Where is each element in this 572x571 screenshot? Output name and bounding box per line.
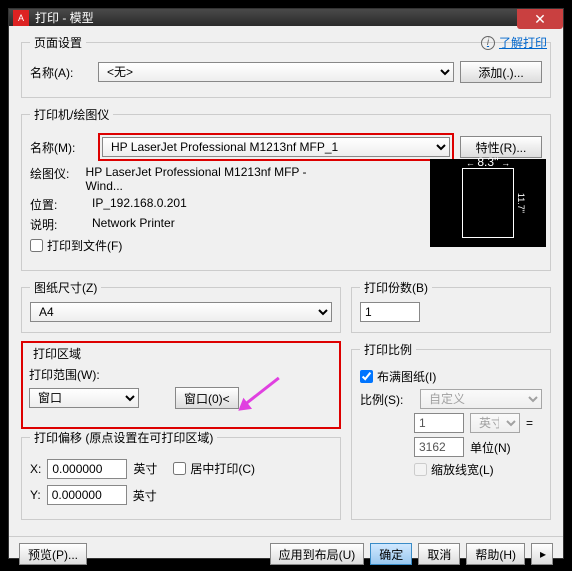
printer-legend: 打印机/绘图仪 bbox=[30, 106, 113, 123]
page-setup-group: 页面设置 名称(A): <无> 添加(.)... bbox=[21, 34, 551, 98]
paper-size-legend: 图纸尺寸(Z) bbox=[30, 279, 101, 296]
scale-legend: 打印比例 bbox=[360, 341, 416, 358]
window-pick-button[interactable]: 窗口(0)< bbox=[175, 387, 239, 409]
print-range-label: 打印范围(W): bbox=[29, 366, 333, 383]
expand-button[interactable]: ▸ bbox=[531, 543, 553, 565]
plotter-label: 绘图仪: bbox=[30, 165, 86, 193]
scale-select[interactable]: 自定义 bbox=[420, 389, 542, 409]
print-area-legend: 打印区域 bbox=[29, 345, 85, 362]
lineweight-input[interactable] bbox=[414, 463, 427, 476]
highlight-printer-name: HP LaserJet Professional M1213nf MFP_1 bbox=[98, 133, 454, 161]
y-label: Y: bbox=[30, 488, 41, 502]
print-range-select[interactable]: 窗口 bbox=[29, 388, 139, 408]
paper-size-select[interactable]: A4 bbox=[30, 302, 332, 322]
button-bar: 预览(P)... 应用到布局(U) 确定 取消 帮助(H) ▸ bbox=[9, 536, 563, 571]
printer-name-select[interactable]: HP LaserJet Professional M1213nf MFP_1 bbox=[102, 137, 450, 157]
scale-num1-input[interactable] bbox=[414, 413, 464, 433]
cancel-button[interactable]: 取消 bbox=[418, 543, 460, 565]
apply-layout-button[interactable]: 应用到布局(U) bbox=[270, 543, 365, 565]
info-icon: i bbox=[481, 36, 495, 50]
dialog-content: i 了解打印 页面设置 名称(A): <无> 添加(.)... 打印机/绘图仪 … bbox=[9, 26, 563, 536]
page-setup-legend: 页面设置 bbox=[30, 34, 86, 51]
description-label: 说明: bbox=[30, 216, 92, 233]
location-value: IP_192.168.0.201 bbox=[92, 196, 187, 213]
copies-legend: 打印份数(B) bbox=[360, 279, 432, 296]
help-link-text: 了解打印 bbox=[499, 34, 547, 51]
offset-legend: 打印偏移 (原点设置在可打印区域) bbox=[30, 429, 217, 446]
center-print-checkbox[interactable]: 居中打印(C) bbox=[173, 460, 255, 477]
scale-label: 比例(S): bbox=[360, 391, 414, 408]
window-title: 打印 - 模型 bbox=[35, 9, 94, 26]
x-input[interactable] bbox=[47, 459, 127, 479]
lineweight-checkbox[interactable]: 缩放线宽(L) bbox=[360, 461, 542, 478]
scale-num2-input[interactable] bbox=[414, 437, 464, 457]
paper-size-group: 图纸尺寸(Z) A4 bbox=[21, 279, 341, 333]
y-input[interactable] bbox=[47, 485, 127, 505]
paper-preview: ← 8.3'' → 11.7'' bbox=[430, 159, 546, 247]
plotter-value: HP LaserJet Professional M1213nf MFP - W… bbox=[86, 165, 320, 193]
printer-name-label: 名称(M): bbox=[30, 139, 92, 156]
page-name-select[interactable]: <无> bbox=[98, 62, 454, 82]
copies-input[interactable] bbox=[360, 302, 420, 322]
copies-group: 打印份数(B) bbox=[351, 279, 551, 333]
location-label: 位置: bbox=[30, 196, 92, 213]
scale-unit2-label: 单位(N) bbox=[470, 439, 511, 456]
ok-button[interactable]: 确定 bbox=[370, 543, 412, 565]
preview-height-label: 11.7'' bbox=[516, 193, 526, 213]
x-label: X: bbox=[30, 462, 41, 476]
app-icon: A bbox=[13, 10, 29, 26]
add-button[interactable]: 添加(.)... bbox=[460, 61, 542, 83]
center-print-input[interactable] bbox=[173, 462, 186, 475]
highlight-print-area: 打印区域 打印范围(W): 窗口 窗口(0)< bbox=[21, 341, 341, 429]
y-unit: 英寸 bbox=[133, 487, 157, 504]
description-value: Network Printer bbox=[92, 216, 175, 233]
print-to-file-input[interactable] bbox=[30, 239, 43, 252]
help-button[interactable]: 帮助(H) bbox=[466, 543, 525, 565]
fit-paper-input[interactable] bbox=[360, 370, 373, 383]
offset-group: 打印偏移 (原点设置在可打印区域) X: 英寸 居中打印(C) Y: 英寸 bbox=[21, 429, 341, 520]
scale-group: 打印比例 布满图纸(I) 比例(S): 自定义 英寸 = 单位(N) bbox=[351, 341, 551, 520]
fit-paper-checkbox[interactable]: 布满图纸(I) bbox=[360, 368, 542, 385]
print-area-group: 打印区域 打印范围(W): 窗口 窗口(0)< bbox=[25, 345, 337, 417]
preview-button[interactable]: 预览(P)... bbox=[19, 543, 87, 565]
preview-page: ← 8.3'' → 11.7'' bbox=[462, 168, 514, 238]
print-dialog: A 打印 - 模型 ✕ i 了解打印 页面设置 名称(A): <无> 添加(.)… bbox=[8, 8, 564, 559]
preview-width-label: ← 8.3'' → bbox=[463, 155, 513, 169]
x-unit: 英寸 bbox=[133, 460, 157, 477]
scale-unit1-select[interactable]: 英寸 bbox=[470, 413, 520, 433]
scale-equals: = bbox=[526, 416, 533, 430]
printer-group: 打印机/绘图仪 名称(M): HP LaserJet Professional … bbox=[21, 106, 551, 271]
page-name-label: 名称(A): bbox=[30, 64, 92, 81]
titlebar: A 打印 - 模型 ✕ bbox=[9, 9, 563, 26]
learn-print-link[interactable]: i 了解打印 bbox=[481, 34, 547, 51]
